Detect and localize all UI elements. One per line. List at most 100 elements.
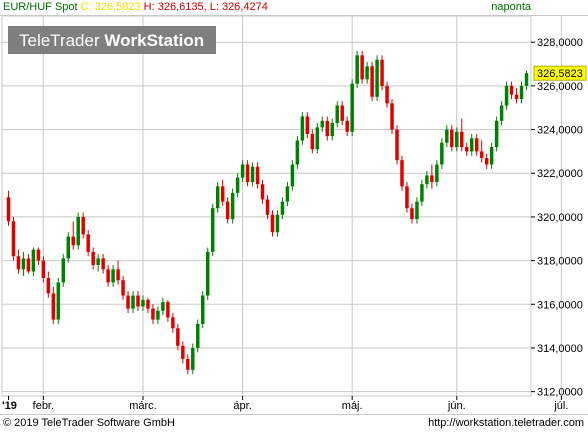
candle-body [275, 214, 280, 233]
candle-body [131, 295, 135, 309]
y-tick-label: 326,0000 [537, 81, 583, 93]
candle-body [166, 302, 170, 318]
source-url[interactable]: http://workstation.teletrader.com [428, 415, 584, 432]
candle-body [385, 85, 389, 104]
candle-body [26, 258, 31, 272]
y-tick-label: 316,0000 [537, 299, 583, 311]
candle-body [196, 323, 200, 348]
candle-body [290, 164, 295, 187]
candle-body [210, 208, 215, 252]
last-value-marker: 326,5823 [533, 65, 587, 81]
candle-body [285, 186, 290, 202]
candle-body [220, 186, 225, 202]
candle-body [270, 214, 275, 233]
candle-body [255, 166, 260, 185]
candle-body [16, 256, 21, 270]
candle-body [310, 133, 315, 150]
candle-body [161, 302, 165, 311]
logo-text-bold: WorkStation [104, 31, 204, 50]
candle-body [300, 116, 305, 141]
candle-body [126, 295, 130, 309]
candle-body [201, 295, 205, 324]
candle-body [146, 299, 150, 309]
y-tick-label: 328,0000 [537, 37, 583, 49]
y-tick-label: 322,0000 [537, 168, 583, 180]
candle-body [36, 249, 41, 261]
candle-body [350, 83, 354, 132]
candle-body [524, 73, 529, 86]
candle-body [504, 85, 509, 106]
candle-body [340, 105, 344, 121]
candle-body [370, 66, 374, 97]
x-tick-label: ápr. [233, 400, 251, 412]
svg-text:TeleTrader WorkStation: TeleTrader WorkStation [19, 31, 204, 50]
candle-body [181, 345, 185, 359]
candlestick-chart[interactable]: TeleTrader WorkStation 312,0000314,00003… [0, 0, 588, 414]
candle-body [205, 251, 210, 296]
x-tick-label: jún. [447, 400, 466, 412]
candle-body [499, 105, 504, 121]
logo-text-light: TeleTrader [19, 31, 100, 50]
candle-body [111, 269, 115, 283]
candle-body [151, 308, 155, 320]
candle-body [46, 278, 51, 294]
x-tick-label: máj. [342, 400, 363, 412]
candle-body [156, 310, 160, 320]
y-axis: 312,0000 314,0000 316,0000 318,0000 320,0000… [531, 37, 583, 399]
candle-body [489, 147, 494, 165]
candle-body [116, 269, 120, 281]
candle-body [101, 258, 105, 270]
candle-body [76, 216, 80, 246]
candle-body [245, 164, 250, 182]
candle-body [330, 123, 334, 137]
last-value-label: 326,5823 [537, 68, 583, 80]
candle-body [66, 236, 71, 259]
candle-body [375, 59, 379, 97]
candle-body [31, 249, 36, 272]
candle-body [171, 317, 175, 329]
candle-body [41, 260, 46, 279]
candle-body [335, 105, 339, 124]
y-tick-label: 318,0000 [537, 256, 583, 268]
candle-body [250, 166, 255, 182]
candle-body [360, 55, 364, 80]
chart-footer: © 2019 TeleTrader Software GmbH http://w… [0, 414, 588, 432]
candle-body [106, 269, 110, 283]
x-axis: '19 febr. márc. ápr. máj. jún. júl. [2, 396, 568, 412]
candle-body [450, 129, 454, 148]
teletrader-logo: TeleTrader WorkStation [8, 26, 216, 54]
candle-body [380, 59, 384, 86]
candle-body [455, 131, 459, 148]
candle-body [295, 140, 300, 165]
candle-body [400, 160, 404, 187]
candle-body [509, 85, 514, 95]
candle-body [469, 138, 474, 152]
copyright-text: © 2019 TeleTrader Software GmbH [3, 417, 175, 429]
candle-body [21, 258, 26, 270]
candle-body [51, 293, 56, 320]
y-tick-label: 314,0000 [537, 343, 583, 355]
candle-body [260, 184, 265, 200]
y-tick-label: 324,0000 [537, 125, 583, 137]
candle-body [56, 282, 61, 320]
candle-body [494, 120, 499, 148]
candle-body [320, 120, 325, 128]
candle-body [240, 164, 245, 178]
candle-body [390, 103, 394, 130]
candle-body [395, 129, 399, 161]
x-tick-label: febr. [33, 400, 54, 412]
candle-body [355, 55, 359, 84]
candle-body [315, 127, 320, 150]
candle-body [484, 157, 489, 165]
candle-body [420, 184, 424, 202]
candle-body [136, 295, 140, 307]
candle-body [265, 199, 270, 215]
x-tick-label: '19 [2, 400, 17, 412]
candle-body [61, 258, 66, 283]
candle-body [91, 251, 95, 265]
candle-body [460, 131, 464, 148]
candle-body [71, 236, 75, 246]
candle-body [141, 299, 145, 307]
candle-body [235, 177, 240, 193]
candle-body [415, 201, 419, 220]
